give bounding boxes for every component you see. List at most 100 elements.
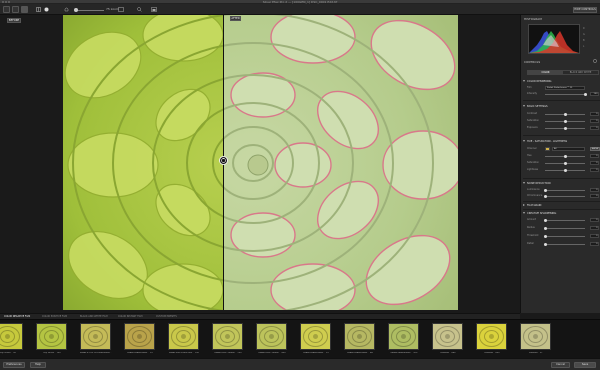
film-preset-thumbnail[interactable] (256, 323, 287, 350)
toolbar: 75 zoom HIDE CONTROLS (0, 4, 600, 15)
zoom-label: 75 zoom (106, 7, 119, 11)
channel-color-swatch[interactable] (545, 147, 550, 151)
histogram-toggle-icon[interactable] (151, 7, 157, 12)
save-button[interactable]: Save (574, 362, 596, 368)
noise-luminance-slider-knob[interactable] (543, 188, 547, 192)
section-noise-reduction[interactable]: NOISE REDUCTION (523, 181, 600, 186)
sharpen-amount-slider-knob[interactable] (543, 218, 547, 222)
sharpen-radius-value[interactable]: 0 (590, 226, 599, 230)
film-preset-thumbnail[interactable] (0, 323, 23, 350)
film-preset-label: Kodak Kodachrome™ 64 (347, 352, 373, 354)
basic-saturation-value[interactable]: 0 (590, 119, 599, 123)
film-dropdown[interactable]: Kodak Kodachrome™ 25 (545, 86, 585, 90)
section-basic-settings[interactable]: BASIC SETTINGS (523, 104, 600, 109)
film-preset-label: Kodak Elite Chrome™ 400 (258, 352, 286, 354)
film-preset-thumbnail[interactable] (36, 323, 67, 350)
preview-image[interactable] (63, 15, 458, 310)
zoom-slider[interactable] (76, 10, 104, 11)
sharpen-radius-row: Radius 0 (527, 226, 600, 230)
hsl-lightness-label: Lightness (527, 168, 538, 171)
intensity-slider[interactable] (545, 93, 585, 95)
sharpen-detail-value[interactable]: 0 (590, 242, 599, 246)
section-film-grain[interactable]: FILM GRAIN (523, 203, 600, 208)
noise-luminance-value[interactable]: 0 (590, 188, 599, 192)
loupe-icon[interactable] (137, 7, 142, 12)
sharpen-detail-slider-knob[interactable] (543, 242, 547, 246)
film-preset-thumbnail[interactable] (520, 323, 551, 350)
film-preset-thumbnail[interactable] (124, 323, 155, 350)
split-view-button[interactable] (12, 6, 19, 13)
basic-exposure-slider-knob[interactable] (563, 126, 567, 130)
film-preset-label: Polaroid™ 4.. (529, 352, 543, 354)
film-preset-thumbnail[interactable] (476, 323, 507, 350)
hsl-saturation-slider-knob[interactable] (563, 161, 567, 165)
help-button[interactable]: Help (30, 362, 46, 368)
sharpen-detail-slider[interactable] (545, 243, 585, 245)
channel-row: Channel All SHOW (527, 147, 600, 151)
section-creative-sharpening[interactable]: CREATIVE SHARPENING (523, 211, 600, 216)
intensity-slider-knob[interactable] (583, 92, 587, 96)
hsl-hue-value[interactable]: 0 (590, 154, 599, 158)
hide-controls-button[interactable]: HIDE CONTROLS (573, 7, 597, 13)
hsl-lightness-slider-knob[interactable] (563, 168, 567, 172)
basic-contrast-slider-knob[interactable] (563, 112, 567, 116)
hsl-lightness-value[interactable]: 0 (590, 168, 599, 172)
histogram-legend-b: B (583, 39, 585, 42)
sharpen-threshold-slider-knob[interactable] (543, 234, 547, 238)
sharpen-radius-slider-knob[interactable] (543, 226, 547, 230)
film-preset-thumbnail[interactable] (388, 323, 419, 350)
film-preset-strip: Fuji Velvia™ 50 Fuji Velvia™ 100 Kodak E-1… (0, 319, 600, 358)
film-preset-thumbnail[interactable] (80, 323, 111, 350)
hsl-saturation-value[interactable]: 0 (590, 161, 599, 165)
film-preset-thumbnail[interactable] (300, 323, 331, 350)
basic-contrast-value[interactable]: 0 (590, 112, 599, 116)
film-preset-thumbnail[interactable] (168, 323, 199, 350)
channel-label: Channel (527, 147, 537, 150)
noise-luminance-slider[interactable] (545, 189, 585, 191)
film-preset-label: Fuji Velvia™ 50 (0, 352, 16, 354)
basic-exposure-value[interactable]: 0 (590, 126, 599, 130)
intensity-row: Intensity 100 (527, 92, 600, 96)
sharpen-radius-label: Radius (527, 226, 535, 229)
basic-saturation-slider-knob[interactable] (563, 119, 567, 123)
film-preset-thumbnail[interactable] (212, 323, 243, 350)
sharpen-radius-slider[interactable] (545, 227, 585, 229)
side-by-side-view-button[interactable] (21, 6, 28, 13)
film-preset-thumbnail[interactable] (432, 323, 463, 350)
histogram (528, 24, 580, 54)
fit-to-screen-icon[interactable] (118, 7, 124, 12)
sharpen-amount-slider[interactable] (545, 219, 585, 221)
noise-chrominance-slider[interactable] (545, 195, 585, 197)
zoom-slider-knob[interactable] (74, 8, 78, 12)
background-color-icon[interactable] (44, 7, 49, 12)
tab-black-and-white[interactable]: BLACK AND WHITE (563, 71, 598, 74)
hand-tool-icon[interactable] (64, 7, 69, 12)
basic-saturation-row: Saturation 0 (527, 119, 600, 123)
intensity-label: Intensity (527, 92, 537, 95)
film-preset-label: Polaroid™ 669 (440, 352, 456, 354)
basic-exposure-row: Exposure 0 (527, 126, 600, 130)
compare-icon[interactable] (36, 7, 41, 12)
show-button[interactable]: SHOW (590, 147, 600, 151)
section-hue-saturation-lightness[interactable]: HUE - SATURATION - LIGHTNESS (523, 139, 600, 144)
after-label: AFTER (230, 16, 241, 21)
sharpen-amount-value[interactable]: 0 (590, 218, 599, 222)
sharpen-threshold-value[interactable]: 0 (590, 234, 599, 238)
split-handle-icon[interactable] (219, 156, 228, 165)
noise-chrominance-label: Chrominance (527, 194, 543, 197)
section-color-rendering[interactable]: COLOR RENDERING (523, 79, 600, 84)
noise-chrominance-value[interactable]: 0 (590, 194, 599, 198)
intensity-value[interactable]: 100 (590, 92, 599, 96)
channel-dropdown[interactable]: All (552, 147, 585, 151)
presets-icon[interactable] (593, 59, 597, 63)
hsl-hue-slider-knob[interactable] (563, 154, 567, 158)
cancel-button[interactable]: Cancel (551, 362, 570, 368)
tab-color[interactable]: COLOR (528, 71, 563, 74)
sharpen-threshold-slider[interactable] (545, 235, 585, 237)
film-preset-thumbnail[interactable] (344, 323, 375, 350)
film-preset-label: Polaroid™ 690 (484, 352, 500, 354)
preferences-button[interactable]: Preferences (3, 362, 25, 368)
single-view-button[interactable] (3, 6, 10, 13)
noise-chrominance-slider-knob[interactable] (543, 194, 547, 198)
hsl-hue-label: Hue (527, 154, 532, 157)
